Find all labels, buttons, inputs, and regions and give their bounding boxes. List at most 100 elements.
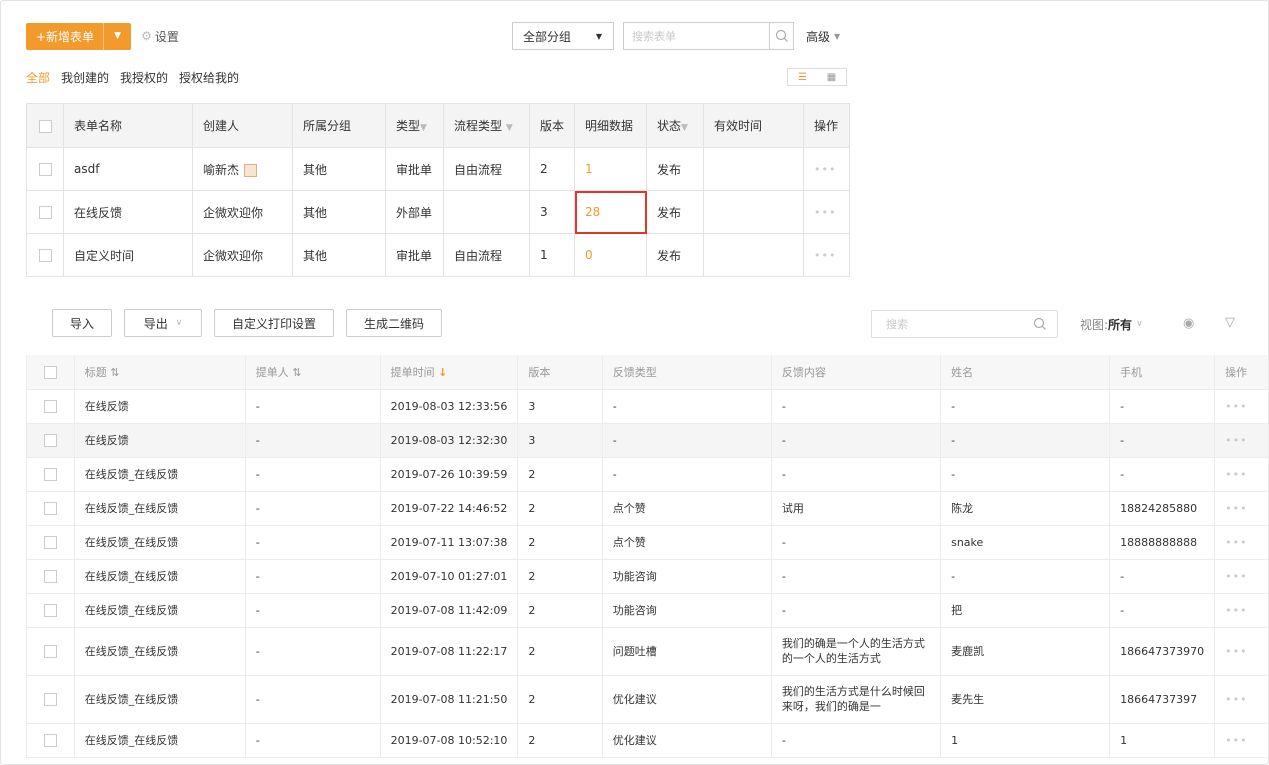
feedback-type-cell: 优化建议 [602,675,772,724]
phone-cell: - [1109,389,1216,424]
select-all-checkbox[interactable] [43,365,57,379]
col-type-label: 类型 [396,119,421,133]
more-icon[interactable]: ••• [1225,400,1247,413]
form-name-cell[interactable]: 在线反馈 [63,190,193,234]
more-icon[interactable]: ••• [1225,604,1247,617]
title-cell[interactable]: 在线反馈_在线反馈 [74,559,246,594]
title-cell[interactable]: 在线反馈_在线反馈 [74,525,246,560]
form-name-cell[interactable]: asdf [63,147,193,191]
export-button[interactable]: 导出 ∨ [124,309,202,337]
name-cell: - [940,559,1111,594]
more-icon[interactable]: ••• [1225,570,1247,583]
row-checkbox[interactable] [43,603,57,617]
version-cell: 2 [517,457,603,492]
more-icon[interactable]: ••• [1225,468,1247,481]
row-select-cell [26,423,75,458]
select-all-cell [26,103,64,148]
title-cell[interactable]: 在线反馈 [74,389,246,424]
new-form-dropdown-icon[interactable]: ▼ [103,22,131,50]
col-type[interactable]: 类型▼ [385,103,444,148]
filter-created-by-me[interactable]: 我创建的 [61,69,109,86]
print-settings-button[interactable]: 自定义打印设置 [214,309,334,337]
more-icon[interactable]: ••• [814,206,836,219]
row-checkbox[interactable] [43,467,57,481]
more-icon[interactable]: ••• [1225,536,1247,549]
title-cell[interactable]: 在线反馈 [74,423,246,458]
gear-icon: ⚙ [141,29,152,43]
filter-authorized-to-me[interactable]: 授权给我的 [179,69,239,86]
grid-view-icon[interactable]: ▦ [817,69,846,85]
more-icon[interactable]: ••• [1225,645,1247,658]
submitter-cell: - [245,675,381,724]
group-select-value: 全部分组 [523,29,572,44]
more-icon[interactable]: ••• [1225,734,1247,747]
col-flow-type-label: 流程类型 [454,119,503,133]
more-icon[interactable]: ••• [1225,693,1247,706]
user-card-icon [244,163,258,177]
row-checkbox[interactable] [43,644,57,658]
detail-count-link[interactable]: 0 [574,233,648,277]
col-title[interactable]: 标题 ⇅ [74,355,246,390]
table-row: 在线反馈 -2019-08-03 12:32:30 3- - - - ••• [26,423,1269,458]
title-cell[interactable]: 在线反馈_在线反馈 [74,457,246,492]
more-icon[interactable]: ••• [814,249,836,262]
view-select[interactable]: 视图: 所有 ∨ [1080,310,1143,338]
col-flow-type[interactable]: 流程类型 ▼ [443,103,530,148]
row-checkbox[interactable] [43,692,57,706]
new-form-button[interactable]: +新增表单 ▼ [26,22,132,50]
valid-time-cell [703,190,805,234]
row-checkbox[interactable] [43,399,57,413]
detail-count-link[interactable]: 28 [574,190,648,234]
row-checkbox[interactable] [43,535,57,549]
form-search-input[interactable] [624,23,769,49]
qrcode-button[interactable]: 生成二维码 [346,309,442,337]
actions-cell: ••• [803,190,851,234]
row-checkbox[interactable] [43,433,57,447]
row-checkbox[interactable] [43,569,57,583]
col-submit-time[interactable]: 提单时间 ↓ [380,355,519,390]
phone-cell: 18888888888 [1109,525,1216,560]
form-name-cell[interactable]: 自定义时间 [63,233,193,277]
title-cell[interactable]: 在线反馈_在线反馈 [74,675,246,724]
name-cell: - [940,389,1111,424]
table-row: 在线反馈_在线反馈 -2019-07-08 11:42:09 2 功能咨询 - 把 - ••• [26,593,1269,628]
chevron-down-icon: ∨ [175,318,183,328]
row-checkbox[interactable] [43,733,57,747]
import-button[interactable]: 导入 [52,309,112,337]
status-cell: 发布 [646,147,705,191]
detail-table-header: 标题 ⇅ 提单人 ⇅ 提单时间 ↓ 版本 反馈类型 反馈内容 姓名 手机 操作 [26,355,1269,390]
submitter-cell: - [245,627,381,676]
list-view-icon[interactable]: ☰ [788,69,817,85]
select-all-checkbox[interactable] [38,119,52,133]
version-cell: 2 [517,491,603,526]
more-icon[interactable]: ••• [1225,502,1247,515]
eye-icon[interactable]: ◉ [1183,316,1194,331]
detail-search-input[interactable] [886,317,1026,331]
group-select[interactable]: 全部分组 ▼ [512,22,614,50]
feedback-type-cell: 问题吐槽 [602,627,772,676]
title-cell[interactable]: 在线反馈_在线反馈 [74,491,246,526]
search-icon[interactable] [1033,317,1047,331]
filter-all[interactable]: 全部 [26,69,50,86]
row-checkbox[interactable] [38,163,52,176]
advanced-search-toggle[interactable]: 高级 ▼ [806,22,840,50]
new-form-label[interactable]: +新增表单 [26,28,103,45]
row-select-cell [26,147,64,191]
row-checkbox[interactable] [43,501,57,515]
col-submitter[interactable]: 提单人 ⇅ [245,355,381,390]
feedback-content-cell: 我们的确是一个人的生活方式的一个人的生活方式 [771,627,942,676]
search-button[interactable] [769,23,793,49]
row-checkbox[interactable] [38,249,52,262]
col-status[interactable]: 状态▼ [646,103,705,148]
more-icon[interactable]: ••• [1225,434,1247,447]
chevron-down-icon: ∨ [1136,319,1143,329]
detail-count-link[interactable]: 1 [574,147,648,191]
title-cell[interactable]: 在线反馈_在线反馈 [74,593,246,628]
filter-icon[interactable]: ▽ [1225,315,1235,330]
filter-authorized-by-me[interactable]: 我授权的 [120,69,168,86]
settings-button[interactable]: ⚙ 设置 [141,28,179,45]
title-cell[interactable]: 在线反馈_在线反馈 [74,627,246,676]
more-icon[interactable]: ••• [814,163,836,176]
row-checkbox[interactable] [38,206,52,219]
title-cell[interactable]: 在线反馈_在线反馈 [74,723,246,758]
